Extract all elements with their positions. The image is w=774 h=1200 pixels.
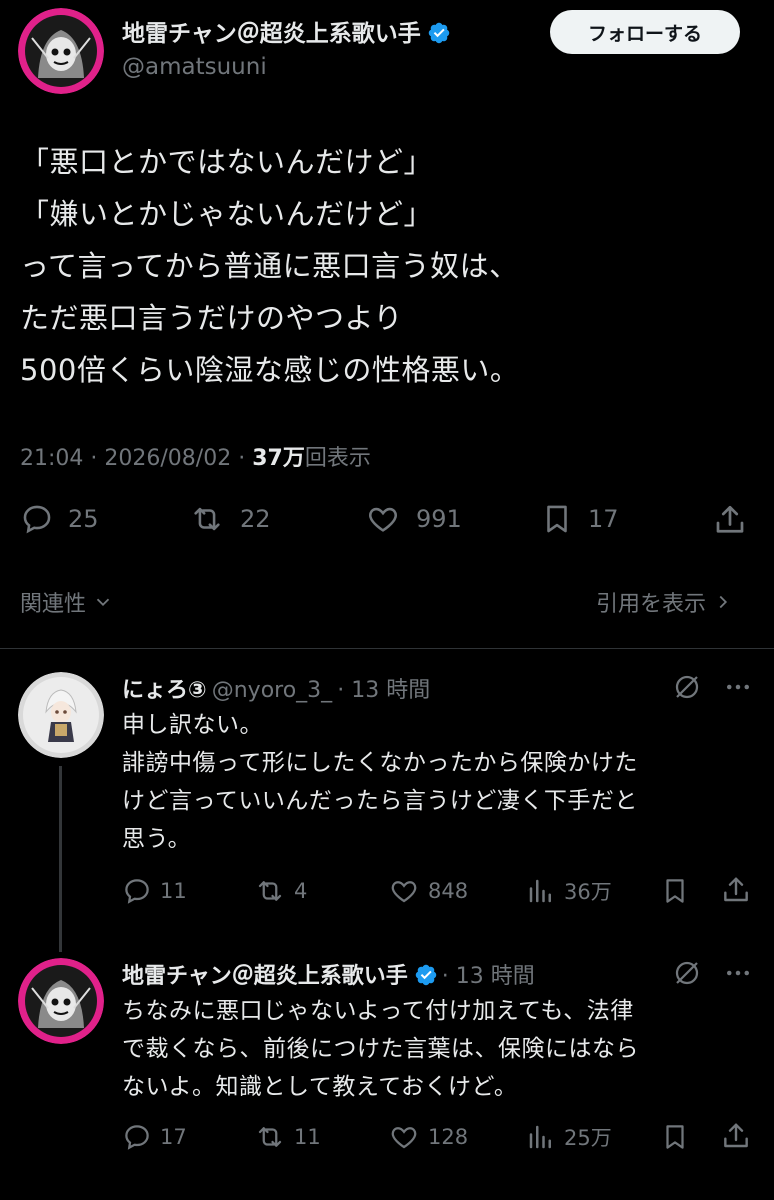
views-count: 37万 [252,446,305,471]
reply-count: 25 [68,505,99,533]
like-count: 991 [416,505,462,533]
post-text: 「悪口とかではないんだけど」 「嫌いとかじゃないんだけど」 って言ってから普通に… [20,136,519,396]
reply-share-button[interactable] [720,1120,760,1152]
reply-text-line: 誹謗中傷って形にしたくなかったから保険かけた [122,750,638,776]
like-count: 848 [428,879,469,903]
author-name-row[interactable]: 地雷チャン＠超炎上系歌い手 [122,14,451,49]
reply-text: 申し訳ない。 誹謗中傷って形にしたくなかったから保険かけた けど言っていいんだっ… [122,706,638,858]
bookmark-icon [666,1125,684,1149]
views-label: 回表示 [304,446,371,471]
author-handle[interactable]: @amatsuuni [122,54,267,80]
like-button[interactable]: 991 [364,502,462,536]
reply-share-button[interactable] [720,874,760,906]
bookmark-icon [666,879,684,903]
share-icon [724,1123,748,1148]
bookmark-count: 17 [588,505,619,533]
share-icon [724,877,748,902]
reply-reply-button[interactable]: 17 [122,1122,187,1152]
reply-time[interactable]: · 13 時間 [442,964,535,989]
chevron-down-icon [96,598,110,607]
reply-text-line: ないよ。知識として教えておくけど。 [122,1074,518,1100]
follow-button[interactable]: フォローする [550,10,740,54]
quotes-label: 引用を表示 [596,592,707,617]
reply-text-line: けど言っていいんだったら言うけど凄く下手だと [122,788,638,814]
repost-icon [194,507,220,531]
reply-count: 17 [160,1125,187,1149]
share-icon [716,505,744,533]
views-count: 36万 [564,880,612,904]
analytics-icon [529,1125,551,1149]
grok-icon[interactable] [672,672,702,706]
heart-icon [391,1127,417,1149]
heart-icon [369,507,397,532]
reply-bookmark-button[interactable] [660,1122,698,1152]
post-text-line: 「嫌いとかじゃないんだけど」 [20,197,434,231]
like-count: 128 [428,1125,469,1149]
post-date[interactable]: 2026/08/02 [104,446,231,471]
reply-text-line: 思う。 [122,826,192,852]
heart-icon [391,881,417,903]
reply-text-line: で裁くなら、前後につけた言葉は、保険にはなら [122,1036,639,1062]
reply-header: 地雷チャン＠超炎上系歌い手 · 13 時間 [122,958,535,991]
reply-icon [125,1125,149,1150]
meta-separator: · [90,446,98,471]
post-meta: 21:04 · 2026/08/02 · 37万回表示 [20,440,371,472]
reply-repost-button[interactable]: 11 [254,1122,321,1152]
more-options-icon[interactable] [722,672,754,706]
reply-views-button[interactable]: 36万 [526,876,612,906]
sort-relevance-dropdown[interactable]: 関連性 [20,586,114,618]
author-avatar[interactable] [18,8,104,94]
reply-header: にょろ③ @nyoro_3_ · 13 時間 [122,672,430,704]
reply-like-button[interactable]: 848 [388,876,468,906]
reply-icon [23,505,51,534]
repost-icon [258,881,282,901]
sort-label: 関連性 [20,592,87,617]
grok-icon[interactable] [672,958,702,992]
chevron-right-icon [719,595,728,609]
view-quotes-link[interactable]: 引用を表示 [596,586,734,618]
reply-reply-button[interactable]: 11 [122,876,187,906]
reply-views-button[interactable]: 25万 [526,1122,612,1152]
reply-avatar[interactable] [18,672,104,758]
reply-avatar[interactable] [18,958,104,1044]
meta-separator: · [238,446,246,471]
reply-text-line: ちなみに悪口じゃないよって付け加えても、法律 [122,998,634,1024]
post-text-line: 500倍くらい陰湿な感じの性格悪い。 [20,353,520,387]
bookmark-button[interactable]: 17 [540,502,619,536]
post-text-line: ただ悪口言うだけのやつより [20,301,403,335]
repost-count: 11 [294,1125,321,1149]
verified-badge-icon [427,21,451,49]
post-text-line: 「悪口とかではないんだけど」 [20,145,434,179]
reply-text-line: 申し訳ない。 [122,712,263,738]
reply-author-name[interactable]: にょろ③ [122,678,207,703]
post-text-line: って言ってから普通に悪口言う奴は、 [20,249,519,283]
more-options-icon[interactable] [722,958,754,992]
thread-line [59,766,62,952]
repost-icon [258,1127,282,1147]
repost-count: 4 [294,879,308,903]
reply-button[interactable]: 25 [20,502,99,536]
bookmark-icon [547,505,567,533]
analytics-icon [529,879,551,903]
author-name[interactable]: 地雷チャン＠超炎上系歌い手 [122,21,421,47]
reply-time[interactable]: · 13 時間 [337,678,430,703]
share-button[interactable] [712,502,762,538]
reply-repost-button[interactable]: 4 [254,876,307,906]
reply-icon [125,879,149,904]
repost-button[interactable]: 22 [188,502,271,536]
reply-count: 11 [160,879,187,903]
post-time[interactable]: 21:04 [20,446,83,471]
reply-like-button[interactable]: 128 [388,1122,468,1152]
reply-bookmark-button[interactable] [660,876,698,906]
reply-text: ちなみに悪口じゃないよって付け加えても、法律 で裁くなら、前後につけた言葉は、保… [122,992,639,1106]
verified-badge-icon [414,963,438,991]
repost-count: 22 [240,505,271,533]
views-count: 25万 [564,1126,612,1150]
divider [0,648,774,649]
reply-author-handle[interactable]: @nyoro_3_ [212,678,332,703]
reply-author-name[interactable]: 地雷チャン＠超炎上系歌い手 [122,964,408,989]
